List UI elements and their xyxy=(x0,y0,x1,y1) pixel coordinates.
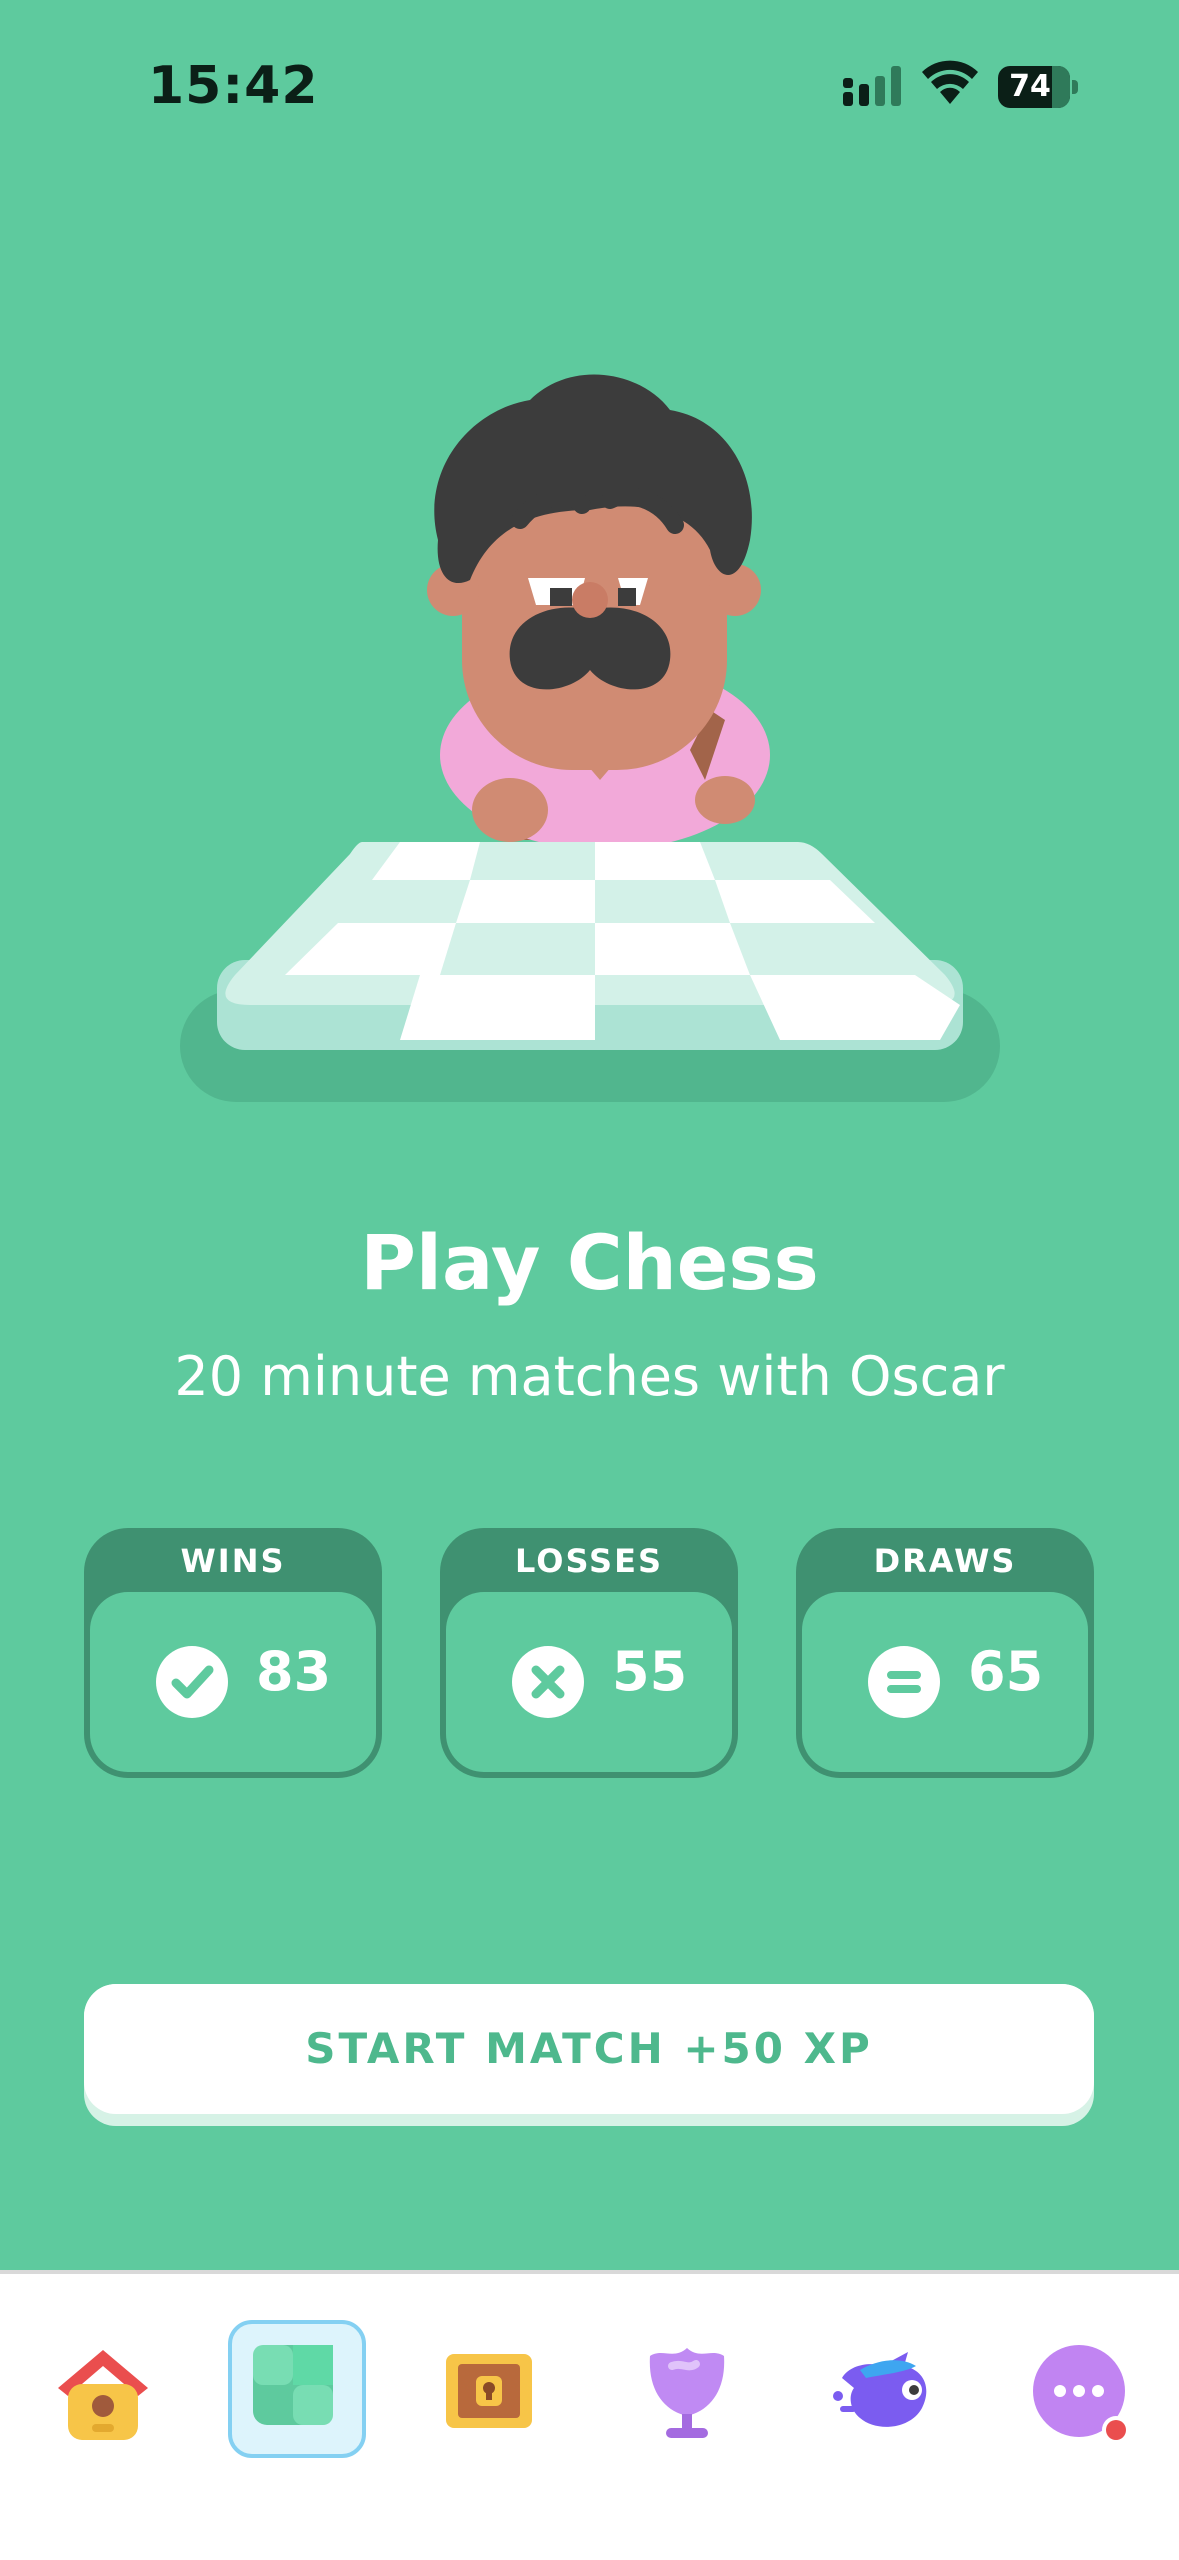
trophy-icon xyxy=(649,2348,725,2438)
tab-chess[interactable] xyxy=(228,2320,366,2458)
draws-label: DRAWS xyxy=(873,1542,1017,1580)
cellular-signal-icon xyxy=(843,66,901,106)
oscar-character xyxy=(427,374,770,850)
tab-chest[interactable] xyxy=(424,2326,554,2456)
start-match-label: START MATCH +50 XP xyxy=(305,2024,873,2073)
oscar-chessboard-illustration xyxy=(180,374,1000,1102)
notification-dot xyxy=(1106,2420,1126,2440)
equals-icon xyxy=(868,1646,940,1718)
tab-home[interactable] xyxy=(38,2326,168,2456)
battery-level: 74 xyxy=(1009,69,1051,104)
x-icon xyxy=(512,1646,584,1718)
birdhouse-icon xyxy=(58,2350,148,2440)
draws-card: DRAWS 65 xyxy=(796,1528,1094,1778)
start-match-button[interactable]: START MATCH +50 XP xyxy=(84,1984,1094,2126)
tab-more[interactable] xyxy=(1014,2326,1144,2456)
tab-duo[interactable] xyxy=(820,2326,950,2456)
wins-card: WINS 83 xyxy=(84,1528,382,1778)
more-icon xyxy=(1033,2345,1130,2444)
battery-indicator: 74 xyxy=(998,66,1078,108)
wins-label: WINS xyxy=(180,1542,286,1580)
page-subtitle: 20 minute matches with Oscar xyxy=(174,1345,1005,1408)
losses-value: 55 xyxy=(612,1640,688,1703)
losses-label: LOSSES xyxy=(514,1542,663,1580)
chessboard xyxy=(217,842,963,1050)
losses-card: LOSSES 55 xyxy=(440,1528,738,1778)
draws-value: 65 xyxy=(968,1640,1044,1703)
wins-value: 83 xyxy=(256,1640,332,1703)
chessboard-icon xyxy=(253,2345,333,2425)
wifi-icon xyxy=(922,60,978,104)
page-title: Play Chess xyxy=(360,1218,819,1307)
status-bar: 15:42 74 xyxy=(0,0,1179,170)
tab-leagues[interactable] xyxy=(622,2326,752,2456)
check-icon xyxy=(156,1646,228,1718)
treasure-chest-icon xyxy=(446,2354,532,2428)
bottom-tab-bar xyxy=(0,2270,1179,2560)
bird-icon xyxy=(833,2352,927,2427)
status-time: 15:42 xyxy=(148,56,319,116)
